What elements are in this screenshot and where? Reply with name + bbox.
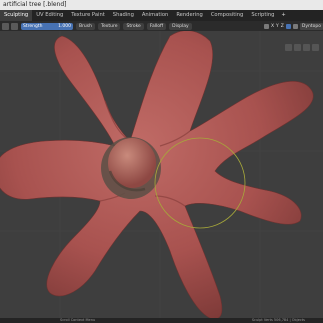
add-workspace-button[interactable]: +: [278, 10, 288, 21]
blender-window: artificial tree [.blend] Sculpting UV Ed…: [0, 0, 323, 323]
brush-icon[interactable]: [11, 22, 18, 30]
strength-value: 1.000: [58, 23, 71, 29]
zoom-icon[interactable]: [294, 44, 301, 51]
right-toolbar: X Y Z Dyntopo: [253, 21, 323, 31]
strength-label: Strength: [23, 23, 43, 29]
axis-z-toggle[interactable]: Z: [281, 24, 284, 29]
tab-uv-editing[interactable]: UV Editing: [32, 10, 67, 21]
shading-icon[interactable]: [292, 23, 298, 29]
axis-x-toggle[interactable]: X: [271, 24, 274, 29]
viewport-gizmo-tools: [283, 44, 319, 51]
tab-animation[interactable]: Animation: [138, 10, 172, 21]
tab-scripting[interactable]: Scripting: [247, 10, 278, 21]
tab-texture-paint[interactable]: Texture Paint: [67, 10, 108, 21]
grid-view-icon[interactable]: [285, 44, 292, 51]
pan-icon[interactable]: [303, 44, 310, 51]
display-menu[interactable]: Display: [169, 22, 192, 30]
title-bar: artificial tree [.blend]: [0, 0, 323, 10]
tab-compositing[interactable]: Compositing: [207, 10, 248, 21]
dyntopo-toggle[interactable]: Dyntopo: [299, 22, 323, 30]
stroke-menu[interactable]: Stroke: [123, 22, 144, 30]
status-right: Sculpt Verts 506,784 | Objects: [251, 318, 305, 322]
strength-slider[interactable]: Strength 1.000: [21, 22, 73, 30]
window-title: artificial tree [.blend]: [3, 1, 67, 8]
status-bar: Scroll Context Menu Sculpt Verts 506,784…: [0, 318, 323, 323]
symmetry-icon[interactable]: [263, 23, 269, 29]
camera-icon[interactable]: [312, 44, 319, 51]
brush-menu[interactable]: Brush: [76, 22, 95, 30]
3d-viewport[interactable]: [0, 31, 323, 318]
falloff-menu[interactable]: Falloff: [146, 22, 167, 30]
mode-icon[interactable]: [2, 22, 9, 30]
tab-shading[interactable]: Shading: [109, 10, 138, 21]
tab-sculpting[interactable]: Sculpting: [0, 10, 33, 21]
tab-rendering[interactable]: Rendering: [172, 10, 207, 21]
texture-menu[interactable]: Texture: [98, 22, 121, 30]
workspace-tabs: Sculpting UV Editing Texture Paint Shadi…: [0, 10, 323, 21]
axis-y-toggle[interactable]: Y: [276, 24, 279, 29]
status-left: Scroll Context Menu: [60, 318, 96, 322]
overlay-icon[interactable]: [285, 23, 291, 29]
viewport-canvas: [0, 31, 323, 318]
